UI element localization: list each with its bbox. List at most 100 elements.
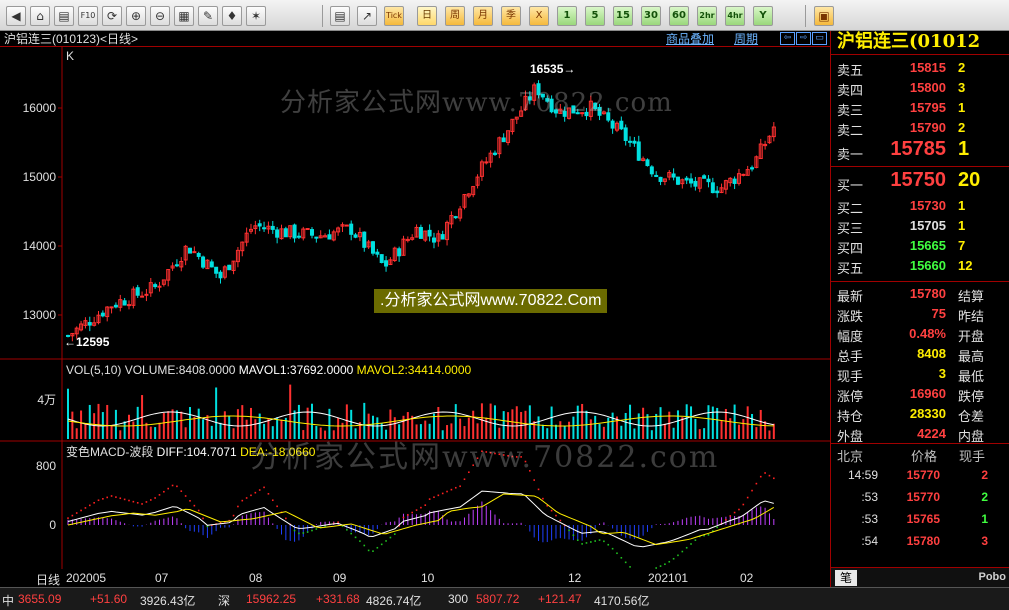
chart-type-icon[interactable]: ▦ [174,6,194,26]
tick-row[interactable]: :53 15765 1 [831,509,1009,531]
bid-price: 15730 [909,198,946,213]
stat-right-label: 最高 [958,349,985,364]
macd-band-dot [738,508,740,511]
macd-band-dot [611,547,614,550]
macd-band-dot [459,485,461,488]
period-button-11[interactable]: 4hr [725,6,745,26]
macd-band-dot [677,554,679,557]
macd-band-dot [659,565,662,567]
candle [209,261,214,268]
volume-bar [737,424,740,439]
draw-icon[interactable]: ✎ [198,6,218,26]
tick-row[interactable]: :53 15770 2 [831,487,1009,509]
candle [283,228,288,238]
candle [689,178,694,184]
status-item: 300 [448,592,469,606]
macd-band-dot [306,531,309,533]
macd-band-dot [123,498,126,501]
ask-label: 卖四 [837,83,864,98]
ask-row[interactable]: 卖四 15800 3 [831,78,1009,98]
overlay-commodity-link[interactable]: 商品叠加 [666,31,714,47]
volume-bar [154,427,157,439]
macd-band-dot [694,539,697,541]
ask-row[interactable]: 卖五 15815 2 [831,58,1009,78]
status-item: 4826.74亿 [366,594,422,608]
index-status-bar: 中 3655.09 +51.60 3926.43亿 深 15962.25 +331.68 48… [0,587,1009,610]
tab-ticks[interactable]: 笔 [835,570,857,586]
volume-bar [97,403,100,439]
stat-label: 涨停 [837,389,864,404]
macd-band-dot [624,561,627,564]
candle [375,251,380,255]
macd-band-dot [102,498,104,500]
macd-band-dot [232,514,235,517]
new-icon[interactable]: ✶ [246,6,266,26]
tick-header-vol: 现手 [959,449,986,464]
chart-title: 沪铝连三(010123)<日线> [4,32,139,46]
candle [174,264,179,267]
high-price-label: 16535→ [530,62,575,76]
scroll-left-icon[interactable]: ⇦ [780,32,795,45]
macd-band-dot [616,552,618,555]
macd-band-dot [537,488,540,491]
tick-price: 15770 [906,490,940,504]
period-button-1[interactable]: 周 [445,6,465,26]
tick-row[interactable]: 14:59 15770 2 [831,465,1009,487]
period-button-5[interactable]: 1 [557,6,577,26]
window-icon[interactable]: ▣ [814,6,834,26]
zoom-in-icon[interactable]: ⊕ [126,6,146,26]
stat-value: 16960 [909,386,946,401]
macd-band-dot [354,536,357,539]
bid-row[interactable]: 买三 15705 1 [831,216,1009,236]
macd-band-dot [594,540,596,542]
period-button-0[interactable]: 日 [417,6,437,26]
refresh-icon[interactable]: ⟳ [102,6,122,26]
tick-row[interactable]: :54 15780 3 [831,531,1009,553]
ask-row[interactable]: 卖三 15795 1 [831,98,1009,118]
stat-label: 总手 [837,349,864,364]
macd-band-dot [276,505,278,508]
macd-band-dot [380,543,383,546]
candle [187,247,192,254]
period-button-9[interactable]: 60 [669,6,689,26]
period-link[interactable]: 周期 [734,31,758,47]
trend-icon[interactable]: ↗ [357,6,377,26]
macd-band-dot [267,493,270,495]
quote-list-icon[interactable]: ▤ [330,6,350,26]
tick-icon[interactable]: Tick [384,6,404,26]
macd-band-dot [97,499,100,502]
period-button-6[interactable]: 5 [585,6,605,26]
f10-icon[interactable]: F10 [78,6,98,26]
bid-row[interactable]: 买四 15665 7 [831,236,1009,256]
prev-icon[interactable]: ◀ [6,6,26,26]
zoom-out-icon[interactable]: ⊖ [150,6,170,26]
macd-band-dot [555,514,557,517]
period-button-12[interactable]: Y [753,6,773,26]
period-button-4[interactable]: X [529,6,549,26]
macd-band-dot [184,495,187,497]
home-icon[interactable]: ⌂ [30,6,50,26]
candle [654,174,659,177]
tick-tab-bar: 笔 Pobo [831,567,1009,587]
ask-row[interactable]: 卖一 15785 1 [831,138,1009,164]
bid-row[interactable]: 买一 15750 20 [831,169,1009,195]
macd-band-dot [84,507,87,509]
ask-row[interactable]: 卖二 15790 2 [831,118,1009,138]
doc-icon[interactable]: ▤ [54,6,74,26]
brand-label: Pobo [978,571,1007,583]
volume-bar [184,427,187,439]
bid-volume: 1 [958,218,966,233]
volume-bar [202,419,205,439]
macd-band-dot [725,518,727,521]
alert-icon[interactable]: ♦ [222,6,242,26]
bid-row[interactable]: 买二 15730 1 [831,196,1009,216]
expand-icon[interactable]: ▭ [812,32,827,45]
period-button-8[interactable]: 30 [641,6,661,26]
candle [671,173,676,178]
period-button-3[interactable]: 季 [501,6,521,26]
period-button-10[interactable]: 2hr [697,6,717,26]
scroll-right-icon[interactable]: ⇨ [796,32,811,45]
bid-row[interactable]: 买五 15660 12 [831,256,1009,276]
period-button-2[interactable]: 月 [473,6,493,26]
period-button-7[interactable]: 15 [613,6,633,26]
